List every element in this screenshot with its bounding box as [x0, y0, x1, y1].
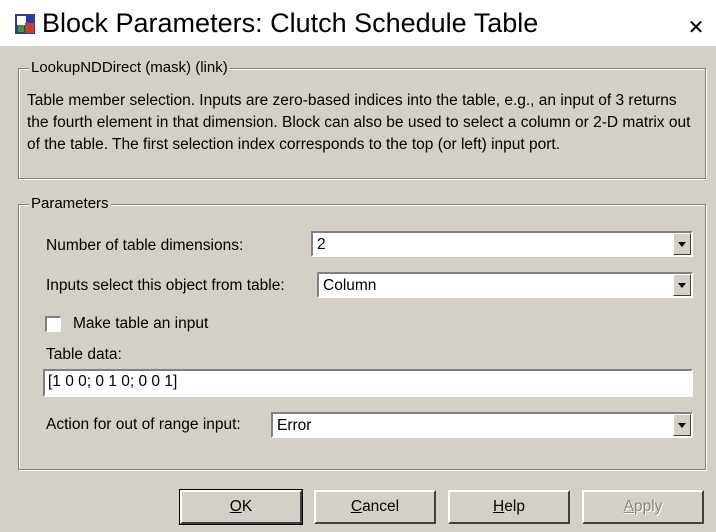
apply-button[interactable]: Apply — [582, 490, 704, 524]
mask-group-legend: LookupNDDirect (mask) (link) — [29, 59, 230, 77]
table-data-field[interactable]: [1 0 0; 0 1 0; 0 0 1] — [43, 369, 693, 397]
make-table-input-label[interactable]: Make table an input — [73, 314, 208, 334]
help-mnemonic: H — [493, 498, 505, 515]
inputs-select-value: Column — [323, 277, 377, 294]
table-data-label: Table data: — [46, 346, 122, 363]
make-table-input-checkbox[interactable] — [45, 316, 61, 332]
chevron-down-icon[interactable] — [673, 233, 691, 255]
close-icon[interactable]: ✕ — [684, 18, 708, 38]
out-of-range-dropdown[interactable]: Error — [271, 412, 693, 438]
cancel-mnemonic: C — [350, 498, 363, 515]
out-of-range-label: Action for out of range input: — [46, 416, 241, 433]
chevron-down-icon[interactable] — [673, 274, 691, 296]
parameters-group-legend: Parameters — [29, 195, 111, 213]
ok-label-rest: K — [241, 498, 253, 515]
mask-description-text: Table member selection. Inputs are zero-… — [27, 92, 691, 153]
inputs-select-dropdown[interactable]: Column — [317, 272, 693, 298]
title-bar[interactable]: Block Parameters: Clutch Schedule Table … — [0, 0, 716, 46]
ok-button[interactable]: OK — [179, 489, 303, 525]
num-dims-label: Number of table dimensions: — [46, 237, 244, 254]
apply-mnemonic: A — [623, 498, 634, 515]
out-of-range-value: Error — [277, 417, 312, 434]
num-dims-dropdown[interactable]: 2 — [311, 231, 693, 257]
cancel-label-rest: ancel — [362, 498, 400, 515]
help-button[interactable]: Help — [448, 490, 570, 524]
inputs-select-label: Inputs select this object from table: — [46, 277, 285, 294]
apply-label-rest: pply — [633, 498, 663, 515]
help-label-rest: elp — [504, 498, 525, 515]
cancel-button[interactable]: Cancel — [314, 490, 436, 524]
chevron-down-icon[interactable] — [673, 414, 691, 436]
window-title: Block Parameters: Clutch Schedule Table — [42, 8, 539, 38]
num-dims-value: 2 — [317, 236, 326, 253]
simulink-block-icon — [15, 14, 35, 34]
block-parameters-dialog: Block Parameters: Clutch Schedule Table … — [0, 0, 716, 532]
ok-mnemonic: O — [229, 498, 242, 515]
